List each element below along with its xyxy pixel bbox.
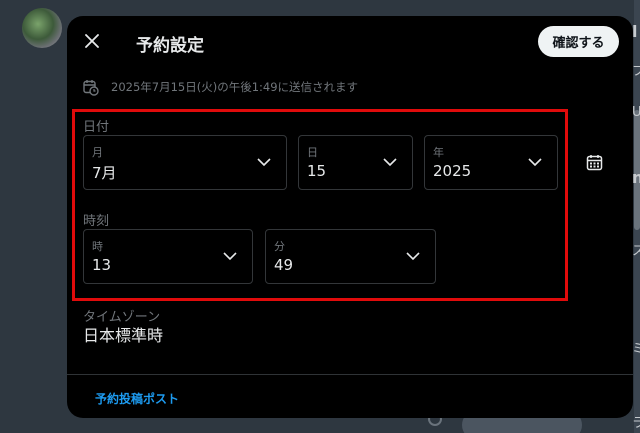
month-field-label: 月	[92, 146, 103, 159]
modal-title: 予約設定	[136, 36, 204, 56]
send-info-text: 2025年7月15日(火)の午後1:49に送信されます	[111, 80, 359, 94]
timezone-value: 日本標準時	[83, 326, 164, 345]
calendar-button[interactable]	[584, 152, 604, 172]
date-label: 日付	[83, 120, 110, 135]
scheduled-posts-link[interactable]: 予約投稿ポスト	[95, 390, 179, 407]
divider	[67, 374, 633, 375]
chevron-down-icon	[528, 158, 542, 167]
time-label: 時刻	[83, 214, 110, 229]
year-field-label: 年	[433, 146, 444, 159]
chevron-down-icon	[406, 252, 420, 261]
send-info-row: 2025年7月15日(火)の午後1:49に送信されます	[83, 78, 358, 96]
calendar-clock-icon	[83, 79, 99, 96]
schedule-modal: 予約設定 確認する 2025年7月15日(火)の午後1:49に送信されます 日付…	[67, 16, 633, 418]
close-button[interactable]	[79, 28, 105, 54]
hour-field-value: 13	[92, 256, 112, 274]
chevron-down-icon	[383, 158, 397, 167]
bg-snippet: U	[632, 105, 640, 120]
avatar[interactable]	[22, 8, 62, 48]
chevron-down-icon	[257, 158, 271, 167]
minute-field-label: 分	[274, 240, 285, 253]
calendar-icon	[586, 154, 602, 170]
hour-select[interactable]: 時 13	[83, 229, 253, 284]
bg-snippet: スト	[632, 244, 640, 259]
minute-field-value: 49	[274, 256, 294, 274]
year-select[interactable]: 年 2025	[424, 135, 558, 190]
bg-snippet: プ	[632, 64, 640, 79]
chevron-down-icon	[223, 252, 237, 261]
month-field-value: 7月	[92, 164, 117, 182]
confirm-button[interactable]: 確認する	[538, 26, 619, 57]
day-field-label: 日	[307, 146, 318, 159]
hour-field-label: 時	[92, 240, 103, 253]
bg-snippet: ラン	[632, 416, 640, 431]
minute-select[interactable]: 分 49	[265, 229, 436, 284]
close-icon	[85, 34, 99, 48]
year-field-value: 2025	[433, 162, 472, 180]
day-select[interactable]: 日 15	[298, 135, 413, 190]
day-field-value: 15	[307, 162, 327, 180]
bg-snippet: ミ	[632, 342, 640, 357]
month-select[interactable]: 月 7月	[83, 135, 287, 190]
bg-snippet: n	[632, 168, 640, 187]
